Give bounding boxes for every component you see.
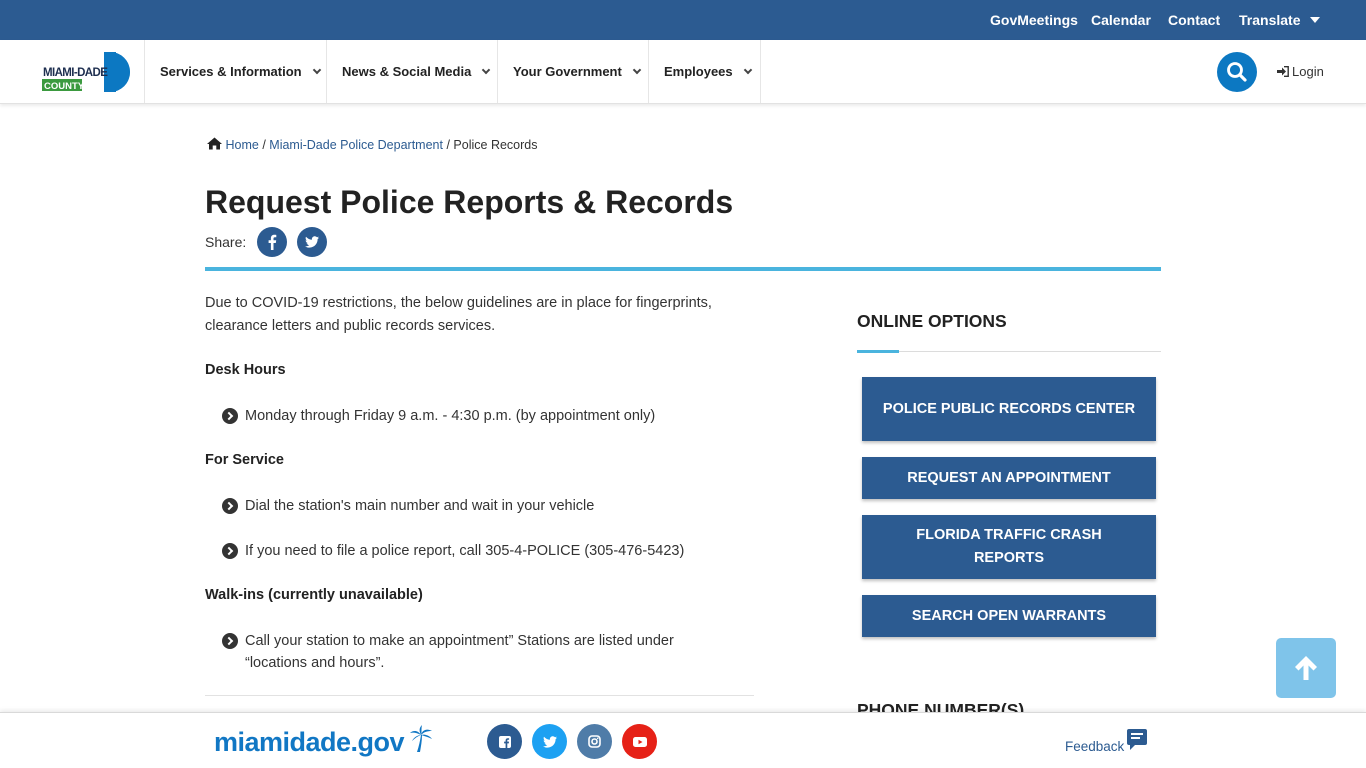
login-link[interactable]: Login [1277, 64, 1324, 79]
topbar-link-calendar[interactable]: Calendar [1091, 12, 1151, 28]
page-title: Request Police Reports & Records [205, 184, 734, 220]
nav-item-government[interactable]: Your Government [497, 40, 649, 103]
chevron-circle-right-icon [222, 633, 238, 649]
chevron-down-icon [482, 65, 491, 74]
list-item-text: Call your station to make an appointment… [245, 633, 674, 671]
chevron-down-icon [743, 65, 752, 74]
list-item: Call your station to make an appointment… [222, 630, 712, 674]
main-navigation: MIAMI-DADE COUNTY Services & Information… [0, 40, 1366, 104]
request-appointment-button[interactable]: REQUEST AN APPOINTMENT [862, 457, 1156, 499]
translate-label: Translate [1239, 12, 1301, 28]
list-item: Dial the station's main number and wait … [222, 495, 742, 517]
nav-label: News & Social Media [342, 64, 472, 79]
logo-text-line2: COUNTY [44, 81, 85, 92]
facebook-icon [268, 234, 277, 250]
sidebar-accent [857, 350, 899, 353]
police-public-records-center-button[interactable]: POLICE PUBLIC RECORDS CENTER [862, 377, 1156, 441]
breadcrumb-department[interactable]: Miami-Dade Police Department [269, 138, 443, 152]
share-facebook-button[interactable] [257, 227, 287, 257]
search-icon [1227, 62, 1247, 82]
chevron-circle-right-icon [222, 408, 238, 424]
list-item-text: Dial the station's main number and wait … [245, 498, 595, 514]
sidebar-title: ONLINE OPTIONS [857, 311, 1007, 331]
list-item-text: If you need to file a police report, cal… [245, 543, 685, 559]
list-item-text: Monday through Friday 9 a.m. - 4:30 p.m.… [245, 408, 656, 424]
nav-item-employees[interactable]: Employees [648, 40, 761, 103]
breadcrumb: Home / Miami-Dade Police Department / Po… [207, 137, 538, 152]
footer-brand[interactable]: miamidade.gov [214, 725, 433, 758]
share-label: Share: [205, 234, 247, 250]
section-heading-for-service: For Service [205, 452, 284, 468]
feedback-link[interactable]: Feedback [1065, 739, 1124, 754]
content-divider [205, 695, 754, 696]
back-to-top-button[interactable] [1276, 638, 1336, 698]
nav-label: Your Government [513, 64, 622, 79]
breadcrumb-current: Police Records [453, 138, 538, 152]
search-button[interactable] [1217, 52, 1257, 92]
feedback-comment-icon[interactable] [1127, 729, 1147, 750]
facebook-icon [498, 735, 511, 748]
sign-in-icon [1277, 66, 1289, 77]
intro-text: Due to COVID-19 restrictions, the below … [205, 295, 712, 334]
breadcrumb-separator: / [446, 138, 450, 152]
chevron-down-icon [632, 65, 642, 74]
footer-bar: miamidade.gov Feedback [0, 712, 1366, 768]
miami-dade-county-logo[interactable]: MIAMI-DADE COUNTY [42, 52, 130, 92]
chevron-circle-right-icon [222, 543, 238, 559]
footer-facebook-button[interactable] [487, 724, 522, 759]
footer-brand-text: miamidade.gov [214, 727, 405, 757]
translate-menu[interactable]: Translate [1239, 12, 1321, 28]
caret-down-icon [1310, 17, 1321, 23]
section-heading-walk-ins: Walk-ins (currently unavailable) [205, 587, 423, 603]
footer-instagram-button[interactable] [577, 724, 612, 759]
chevron-down-icon [312, 65, 321, 74]
instagram-icon [588, 735, 601, 748]
login-label: Login [1292, 64, 1324, 79]
chevron-circle-right-icon [222, 498, 238, 514]
footer-youtube-button[interactable] [622, 724, 657, 759]
breadcrumb-home[interactable]: Home [225, 138, 258, 152]
topbar-link-govmeetings[interactable]: GovMeetings [990, 12, 1078, 28]
list-item: If you need to file a police report, cal… [222, 540, 742, 562]
utility-bar: GovMeetings Calendar Contact Translate [0, 0, 1366, 40]
youtube-icon [632, 736, 647, 747]
share-twitter-button[interactable] [297, 227, 327, 257]
arrow-up-icon [1295, 656, 1317, 680]
florida-traffic-crash-reports-button[interactable]: FLORIDA TRAFFIC CRASH REPORTS [862, 515, 1156, 579]
breadcrumb-separator: / [262, 138, 266, 152]
list-item: Monday through Friday 9 a.m. - 4:30 p.m.… [222, 405, 742, 427]
footer-twitter-button[interactable] [532, 724, 567, 759]
logo-text-line1: MIAMI-DADE [43, 67, 108, 79]
title-divider [205, 267, 1161, 271]
topbar-link-contact[interactable]: Contact [1168, 12, 1220, 28]
twitter-icon [542, 735, 557, 748]
section-heading-desk-hours: Desk Hours [205, 362, 286, 378]
sidebar-divider [857, 351, 1161, 352]
nav-item-news[interactable]: News & Social Media [326, 40, 498, 103]
nav-label: Services & Information [160, 64, 302, 79]
search-open-warrants-button[interactable]: SEARCH OPEN WARRANTS [862, 595, 1156, 637]
nav-item-services[interactable]: Services & Information [144, 40, 327, 103]
twitter-icon [305, 236, 319, 248]
home-icon [207, 137, 222, 150]
nav-label: Employees [664, 64, 733, 79]
palm-tree-icon [410, 725, 433, 752]
